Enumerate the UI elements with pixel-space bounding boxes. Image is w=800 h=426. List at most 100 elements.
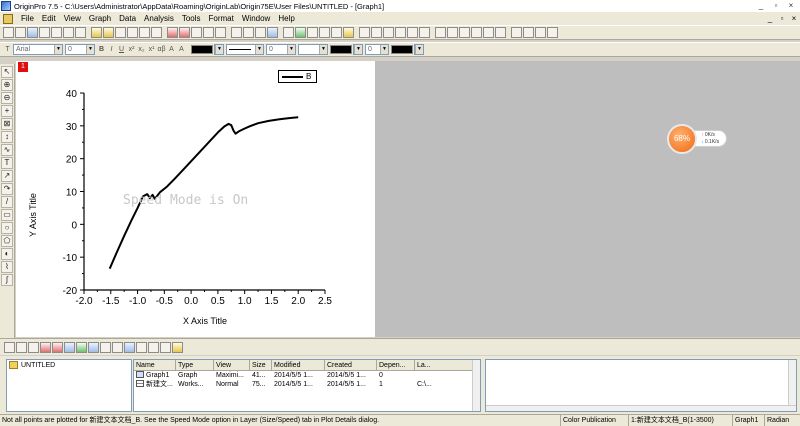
italic-button[interactable]: I bbox=[107, 44, 116, 55]
mdi-close-button[interactable]: × bbox=[788, 14, 800, 23]
duplicate-icon[interactable] bbox=[231, 27, 242, 38]
underline-button[interactable]: U bbox=[117, 44, 126, 55]
explorer-side-pane[interactable] bbox=[485, 359, 797, 412]
zoom-out-tool-icon[interactable]: ⊖ bbox=[1, 92, 13, 104]
statistics-plot-icon[interactable] bbox=[172, 341, 183, 353]
side-pane-horizontal-scrollbar[interactable] bbox=[486, 405, 796, 411]
polar-plot-icon[interactable] bbox=[100, 341, 111, 353]
line-plot-icon[interactable] bbox=[4, 341, 15, 353]
col-header-created[interactable]: Created bbox=[325, 360, 377, 370]
open-icon[interactable] bbox=[91, 27, 102, 38]
new-matrix-icon[interactable] bbox=[39, 27, 50, 38]
increase-font-icon[interactable]: A bbox=[167, 44, 176, 55]
command-window-icon[interactable] bbox=[307, 27, 318, 38]
print-icon[interactable] bbox=[203, 27, 214, 38]
rescale-icon[interactable] bbox=[395, 27, 406, 38]
line-color-dropdown[interactable]: ▼ bbox=[353, 44, 363, 55]
menu-tools[interactable]: Tools bbox=[178, 14, 205, 23]
polygon-tool-icon[interactable]: ⬠ bbox=[1, 235, 13, 247]
fill-color-swatch[interactable] bbox=[391, 45, 413, 54]
rectangle-tool-icon[interactable]: ▭ bbox=[1, 209, 13, 221]
new-notes-icon[interactable] bbox=[75, 27, 86, 38]
freehand-tool-icon[interactable]: ∫ bbox=[1, 274, 13, 286]
x-axis-title[interactable]: X Axis Title bbox=[183, 316, 227, 326]
zoom-out-icon[interactable] bbox=[371, 27, 382, 38]
menu-edit[interactable]: Edit bbox=[38, 14, 60, 23]
bar-plot-icon[interactable] bbox=[52, 341, 63, 353]
save-window-icon[interactable] bbox=[139, 27, 150, 38]
col-header-name[interactable]: Name bbox=[134, 360, 176, 370]
pattern-select[interactable]: ▼ bbox=[298, 44, 328, 55]
layer-icon[interactable] bbox=[343, 27, 354, 38]
menu-file[interactable]: File bbox=[17, 14, 38, 23]
side-pane-vertical-scrollbar[interactable] bbox=[788, 360, 796, 411]
column-plot-icon[interactable] bbox=[40, 341, 51, 353]
col-header-modified[interactable]: Modified bbox=[272, 360, 325, 370]
super-sub-icon[interactable]: x¹ bbox=[147, 44, 156, 55]
line-width-select[interactable]: 0 ▼ bbox=[266, 44, 296, 55]
open-template-icon[interactable] bbox=[103, 27, 114, 38]
auto-rescale-icon[interactable] bbox=[407, 27, 418, 38]
col-header-view[interactable]: View bbox=[214, 360, 250, 370]
line-tool-icon[interactable]: / bbox=[1, 196, 13, 208]
add-layer-bottom-x-icon[interactable] bbox=[435, 27, 446, 38]
curved-arrow-icon[interactable]: ↷ bbox=[1, 183, 13, 195]
results-log-icon[interactable] bbox=[255, 27, 266, 38]
new-function-icon[interactable] bbox=[51, 27, 62, 38]
text-tool-icon[interactable]: T bbox=[1, 157, 13, 169]
network-speed-widget[interactable]: 68% ↑ 0K/s ↓ 0.1K/s bbox=[667, 124, 727, 154]
whole-page-icon[interactable] bbox=[383, 27, 394, 38]
col-header-dependents[interactable]: Depen... bbox=[377, 360, 415, 370]
bold-button[interactable]: B bbox=[97, 44, 106, 55]
refresh-icon[interactable] bbox=[215, 27, 226, 38]
open-excel-icon[interactable] bbox=[115, 27, 126, 38]
ternary-plot-icon[interactable] bbox=[112, 341, 123, 353]
fill-color-dropdown[interactable]: ▼ bbox=[414, 44, 424, 55]
add-inset-icon[interactable] bbox=[483, 27, 494, 38]
line-style-select[interactable]: ▼ bbox=[226, 44, 264, 55]
font-color-swatch[interactable] bbox=[191, 45, 213, 54]
folder-tree[interactable]: UNTITLED bbox=[6, 359, 132, 412]
list-row[interactable]: Graph1 Graph Maximi... 41... 2014/5/5 1.… bbox=[134, 371, 480, 380]
font-size-select[interactable]: 0 ▼ bbox=[65, 44, 95, 55]
area-plot-icon[interactable] bbox=[76, 341, 87, 353]
restore-button[interactable]: ▫ bbox=[770, 1, 782, 12]
merge-graphs-icon[interactable] bbox=[511, 27, 522, 38]
contour-plot-icon[interactable] bbox=[88, 341, 99, 353]
project-explorer-icon[interactable] bbox=[295, 27, 306, 38]
polyline-tool-icon[interactable]: ⌇ bbox=[1, 261, 13, 273]
region-tool-icon[interactable]: ◐ bbox=[1, 248, 13, 260]
legend[interactable]: B bbox=[278, 70, 317, 83]
vector-plot-icon[interactable] bbox=[160, 341, 171, 353]
font-dropdown-arrow-icon[interactable]: ▼ bbox=[54, 45, 62, 54]
decrease-font-icon[interactable]: A bbox=[177, 44, 186, 55]
font-size-dropdown-arrow-icon[interactable]: ▼ bbox=[86, 45, 94, 54]
menu-analysis[interactable]: Analysis bbox=[140, 14, 178, 23]
custom-routine-icon[interactable] bbox=[331, 27, 342, 38]
data-selector-icon[interactable]: ↕ bbox=[1, 131, 13, 143]
line-color-swatch[interactable] bbox=[330, 45, 352, 54]
new-graph-icon[interactable] bbox=[27, 27, 38, 38]
y-axis-title[interactable]: Y Axis Title bbox=[28, 193, 38, 237]
close-button[interactable]: × bbox=[785, 1, 797, 12]
menu-window[interactable]: Window bbox=[238, 14, 274, 23]
arrow-tool-icon[interactable]: ↗ bbox=[1, 170, 13, 182]
list-row[interactable]: 新建文... Works... Normal 75... 2014/5/5 1.… bbox=[134, 380, 480, 389]
col-header-label[interactable]: La... bbox=[415, 360, 477, 370]
add-inset-data-icon[interactable] bbox=[495, 27, 506, 38]
menu-help[interactable]: Help bbox=[274, 14, 298, 23]
add-layer-right-y-icon[interactable] bbox=[459, 27, 470, 38]
extract-layer-icon[interactable] bbox=[419, 27, 430, 38]
new-layout-icon[interactable] bbox=[63, 27, 74, 38]
script-window-icon[interactable] bbox=[267, 27, 278, 38]
col-header-type[interactable]: Type bbox=[176, 360, 214, 370]
menu-data[interactable]: Data bbox=[115, 14, 140, 23]
list-vertical-scrollbar[interactable] bbox=[472, 360, 480, 411]
graph-document-icon[interactable] bbox=[3, 13, 13, 24]
add-layer-top-x-icon[interactable] bbox=[447, 27, 458, 38]
data-reader-icon[interactable]: ⊠ bbox=[1, 118, 13, 130]
new-project-icon[interactable] bbox=[3, 27, 14, 38]
zoom-in-icon[interactable] bbox=[359, 27, 370, 38]
mdi-minimize-button[interactable]: _ bbox=[764, 14, 776, 23]
font-color-dropdown[interactable]: ▼ bbox=[214, 44, 224, 55]
